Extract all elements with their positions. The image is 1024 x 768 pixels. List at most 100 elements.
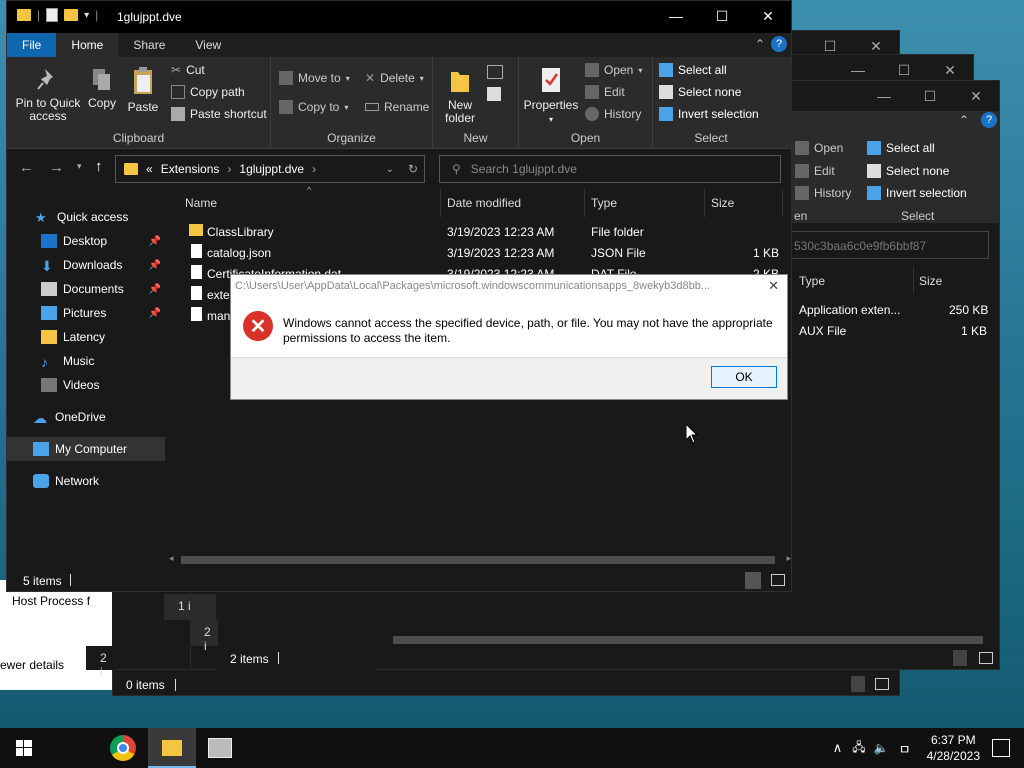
select-none-button[interactable]: Select none — [867, 164, 949, 178]
tab-share[interactable]: Share — [118, 33, 180, 57]
breadcrumb-extensions[interactable]: Extensions — [161, 162, 220, 176]
table-row[interactable]: ClassLibrary 3/19/2023 12:23 AM File fol… — [167, 221, 787, 242]
search-input[interactable]: ⚲ Search 1glujppt.dve — [439, 155, 781, 183]
minimize-icon[interactable]: — — [861, 81, 907, 111]
select-none-button[interactable]: Select none — [659, 85, 741, 99]
properties-icon[interactable] — [46, 8, 59, 22]
edit-button[interactable]: Edit — [585, 85, 625, 99]
nav-item-onedrive[interactable]: ☁ OneDrive — [7, 405, 165, 429]
large-icons-view-icon[interactable] — [771, 574, 785, 586]
nav-item-music[interactable]: ♪ Music — [7, 349, 165, 373]
new-folder-icon[interactable] — [64, 9, 79, 21]
new-folder-button[interactable]: New folder — [439, 65, 481, 125]
recent-locations-icon[interactable]: ▾ — [77, 161, 82, 172]
back-icon[interactable]: ← — [19, 159, 34, 176]
pin-icon[interactable]: 📌 — [149, 260, 161, 271]
edit-button[interactable]: Edit — [795, 164, 835, 178]
close-icon[interactable]: ✕ — [953, 81, 999, 111]
scroll-right-icon[interactable]: ▸ — [786, 553, 791, 564]
nav-item-videos[interactable]: Videos — [7, 373, 165, 397]
open-button[interactable]: Open ▾ — [585, 63, 642, 77]
table-row[interactable]: catalog.json 3/19/2023 12:23 AM JSON Fil… — [167, 242, 787, 263]
pin-icon[interactable]: 📌 — [149, 308, 161, 319]
history-button[interactable]: History — [795, 186, 851, 200]
chevron-right-icon[interactable]: › — [227, 162, 231, 176]
nav-item-latency[interactable]: Latency — [7, 325, 165, 349]
tab-view[interactable]: View — [180, 33, 236, 57]
nav-item-network[interactable]: Network — [7, 469, 165, 493]
minimize-icon[interactable]: — — [653, 1, 699, 31]
pin-icon[interactable]: 📌 — [149, 236, 161, 247]
details-view-icon[interactable] — [745, 572, 761, 589]
chevron-right-icon[interactable]: › — [312, 162, 316, 176]
clock[interactable]: 6:37 PM 4/28/2023 — [927, 732, 980, 764]
address-bar[interactable]: « Extensions › 1glujppt.dve › ⌄ ↻ — [115, 155, 425, 183]
nav-item-quick-access[interactable]: ★ Quick access — [7, 205, 165, 229]
nav-item-pictures[interactable]: Pictures 📌 — [7, 301, 165, 325]
up-icon[interactable]: ↑ — [95, 158, 103, 175]
tab-home[interactable]: Home — [56, 33, 119, 57]
details-view-icon[interactable] — [851, 676, 865, 692]
new-item-icon[interactable] — [487, 65, 503, 79]
refresh-icon[interactable]: ↻ — [408, 162, 418, 176]
horizontal-scrollbar[interactable]: ◂ ▸ — [167, 553, 791, 567]
chevron-down-icon[interactable]: ⌄ — [386, 164, 394, 175]
cut-button[interactable]: ✂ Cut — [171, 63, 205, 77]
tab-file[interactable]: File — [7, 33, 57, 57]
pin-icon[interactable]: 📌 — [149, 284, 161, 295]
file-explorer-taskbar-button[interactable] — [148, 728, 196, 768]
fewer-details-link[interactable]: ewer details — [0, 658, 64, 672]
column-header-type[interactable]: Type — [585, 189, 705, 217]
history-button[interactable]: History — [585, 107, 641, 121]
paste-button[interactable]: Paste — [125, 67, 161, 114]
copy-button[interactable]: Copy — [87, 67, 117, 110]
column-header-name[interactable]: Name — [179, 189, 441, 217]
collapse-ribbon-icon[interactable]: ⌃ — [959, 113, 969, 127]
nav-item-my-computer[interactable]: My Computer — [7, 437, 165, 461]
select-all-button[interactable]: Select all — [867, 141, 935, 155]
details-view-icon[interactable] — [953, 650, 967, 666]
scroll-left-icon[interactable]: ◂ — [169, 553, 174, 564]
help-icon[interactable]: ? — [771, 36, 787, 52]
properties-button[interactable]: Properties ▾ — [523, 65, 579, 126]
invert-selection-button[interactable]: Invert selection — [659, 107, 759, 121]
invert-selection-button[interactable]: Invert selection — [867, 186, 967, 200]
title-bar[interactable]: | ▾ | 1glujppt.dve — ☐ ✕ — [7, 1, 791, 33]
error-dialog[interactable]: C:\Users\User\AppData\Local\Packages\mic… — [230, 274, 788, 400]
nav-item-desktop[interactable]: Desktop 📌 — [7, 229, 165, 253]
delete-button[interactable]: ✕ Delete ▾ — [365, 71, 424, 85]
large-icons-view-icon[interactable] — [875, 678, 889, 690]
copy-path-button[interactable]: Copy path — [171, 85, 245, 99]
horizontal-scrollbar[interactable] — [381, 633, 993, 647]
forward-icon[interactable]: → — [49, 159, 64, 176]
open-button[interactable]: Open — [795, 141, 843, 155]
move-to-button[interactable]: Move to ▾ — [279, 71, 350, 85]
help-icon[interactable]: ? — [981, 112, 997, 128]
app-taskbar-icon[interactable] — [208, 738, 232, 758]
collapse-ribbon-icon[interactable]: ⌃ — [755, 37, 765, 51]
nav-item-downloads[interactable]: ⬇ Downloads 📌 — [7, 253, 165, 277]
column-header-size[interactable]: Size — [705, 189, 783, 217]
maximize-icon[interactable]: ☐ — [699, 1, 745, 31]
ok-button[interactable]: OK — [711, 366, 777, 388]
network-icon[interactable]: 🖧 — [852, 738, 865, 759]
copy-to-button[interactable]: Copy to ▾ — [279, 100, 348, 114]
scrollbar-thumb[interactable] — [181, 556, 775, 564]
close-icon[interactable]: ✕ — [768, 278, 779, 294]
search-input[interactable]: 530c3baa6c0e9fb6bbf87 — [789, 231, 989, 259]
windows-start-icon[interactable] — [16, 740, 32, 756]
easy-access-icon[interactable] — [487, 87, 501, 101]
column-header-type[interactable]: Type — [799, 274, 825, 288]
large-icons-view-icon[interactable] — [979, 652, 993, 664]
close-icon[interactable]: ✕ — [745, 1, 791, 31]
chevron-up-icon[interactable]: ∧ — [833, 740, 843, 756]
column-header-size[interactable]: Size — [919, 274, 942, 288]
chevron-down-icon[interactable]: ▾ — [84, 10, 89, 21]
pin-quick-access-button[interactable]: Pin to Quick access — [13, 67, 83, 123]
nav-item-documents[interactable]: Documents 📌 — [7, 277, 165, 301]
select-all-button[interactable]: Select all — [659, 63, 727, 77]
input-method-icon[interactable]: ㅁ — [899, 739, 911, 758]
maximize-icon[interactable]: ☐ — [907, 81, 953, 111]
column-header-date[interactable]: Date modified — [441, 189, 585, 217]
rename-button[interactable]: Rename — [365, 100, 429, 114]
